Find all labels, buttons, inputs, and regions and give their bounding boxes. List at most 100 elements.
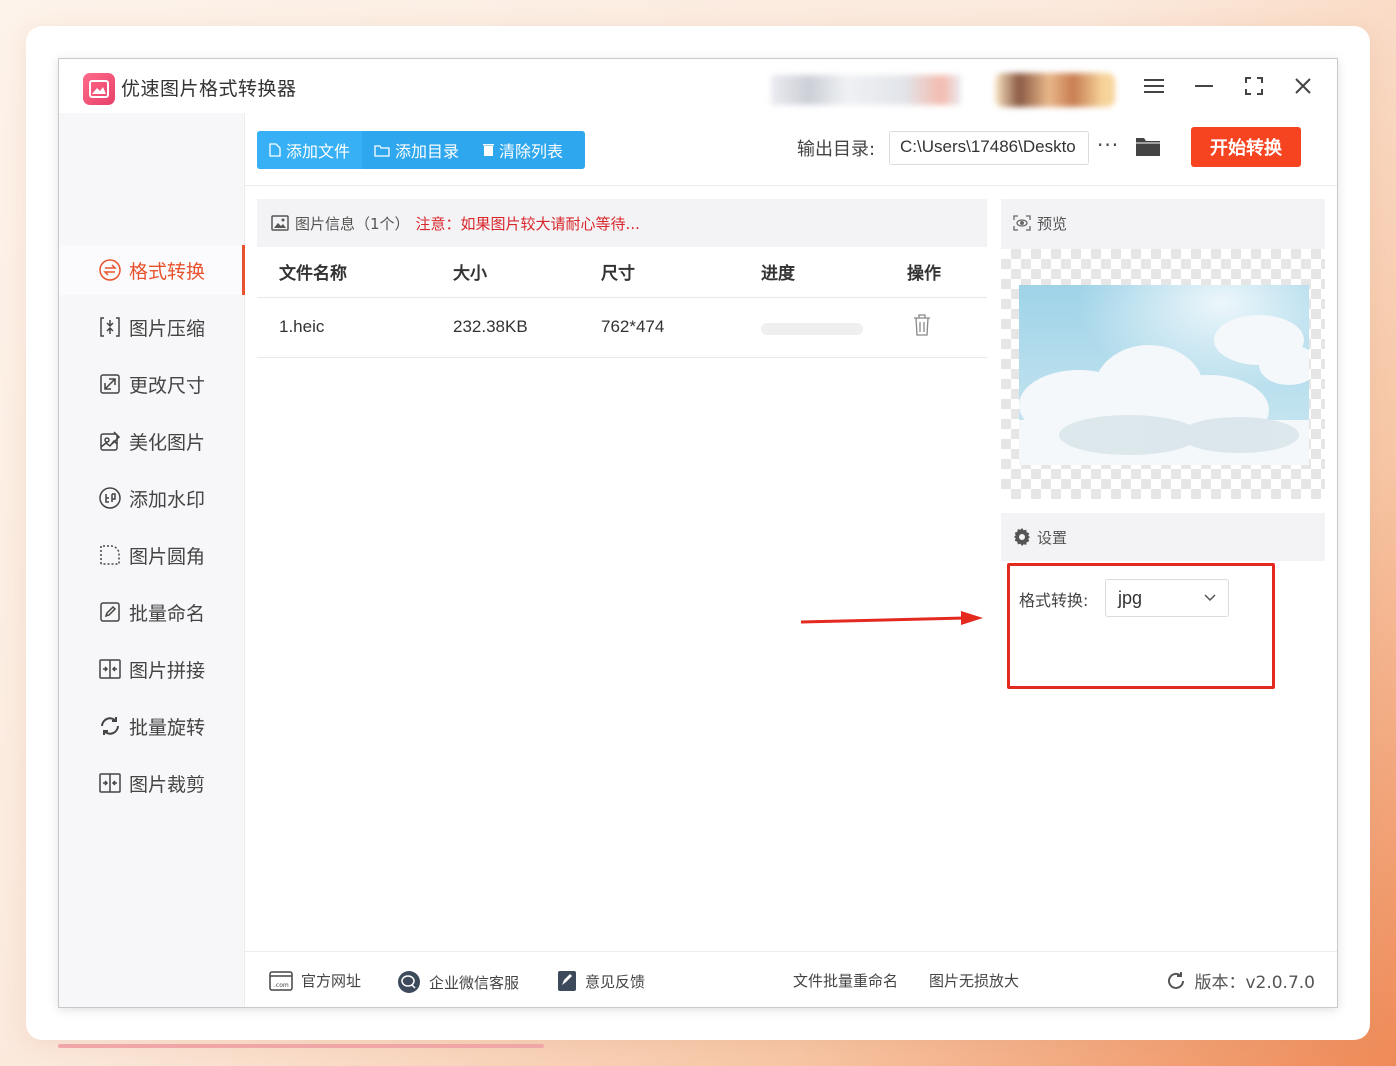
preview-icon — [1013, 215, 1031, 231]
clear-list-label: 清除列表 — [499, 142, 564, 161]
sidebar-item-label: 格式转换 — [129, 260, 206, 283]
blurred-avatar — [995, 73, 1115, 107]
output-dir-field[interactable]: C:\Users\17486\Deskto — [889, 131, 1089, 165]
file-info-title: 图片信息（1个） — [295, 214, 410, 233]
convert-icon — [97, 257, 123, 283]
col-header-dimension: 尺寸 — [601, 264, 635, 284]
sidebar-item-crop[interactable]: 图片裁剪 — [59, 758, 245, 808]
wechat-label: 企业微信客服 — [429, 973, 520, 992]
website-label: 官方网址 — [301, 972, 362, 990]
maximize-icon[interactable] — [1237, 71, 1271, 101]
sidebar-item-batch-rename[interactable]: 批量命名 — [59, 587, 245, 637]
version-info[interactable]: 版本：v2.0.7.0 — [1166, 968, 1315, 993]
sidebar-item-watermark[interactable]: 添加水印 — [59, 473, 245, 523]
sidebar: 格式转换 图片压缩 更改尺寸 美化图片 添加水印 图片圆角 批量命名 图片拼接 — [59, 113, 245, 1007]
lossless-enlarge-link[interactable]: 图片无损放大 — [929, 970, 1019, 991]
blurred-account-info — [771, 75, 961, 105]
sidebar-item-label: 批量旋转 — [129, 716, 206, 739]
file-name-cell: 1.heic — [279, 317, 325, 336]
minimize-icon[interactable] — [1187, 71, 1221, 101]
file-info-header: 图片信息（1个） 注意：如果图片较大请耐心等待... — [257, 199, 987, 247]
annotation-arrow — [801, 611, 983, 625]
refresh-icon — [1168, 971, 1185, 989]
clear-list-button[interactable]: 清除列表 — [471, 131, 575, 169]
batch-rename-label: 文件批量重命名 — [793, 972, 899, 990]
stitch-icon — [97, 656, 123, 682]
chevron-down-icon — [1204, 594, 1216, 602]
sidebar-item-beautify[interactable]: 美化图片 — [59, 416, 245, 466]
output-dir-label: 输出目录: — [797, 139, 876, 160]
wechat-icon — [398, 971, 420, 993]
watermark-icon — [97, 485, 123, 511]
app-title: 优速图片格式转换器 — [121, 78, 297, 100]
add-folder-label: 添加目录 — [395, 142, 460, 161]
file-toolbar: 添加文件 添加目录 清除列表 — [257, 131, 585, 169]
website-link[interactable]: .com 官方网址 — [269, 970, 361, 991]
gear-icon — [1014, 528, 1030, 546]
close-icon[interactable] — [1286, 71, 1320, 101]
title-bar: 优速图片格式转换器 — [59, 59, 1337, 113]
feedback-label: 意见反馈 — [585, 972, 646, 991]
rounded-corner-icon — [97, 542, 123, 568]
delete-row-icon[interactable] — [912, 313, 932, 337]
format-select-value: jpg — [1118, 587, 1143, 608]
compress-icon — [97, 314, 123, 340]
header-divider — [257, 297, 987, 298]
sidebar-item-label: 图片圆角 — [129, 545, 206, 568]
toolbar-divider — [245, 185, 1337, 186]
sidebar-item-resize[interactable]: 更改尺寸 — [59, 359, 245, 409]
settings-header: 设置 — [1001, 513, 1325, 561]
batch-rename-link[interactable]: 文件批量重命名 — [793, 970, 898, 991]
sidebar-item-compress[interactable]: 图片压缩 — [59, 302, 245, 352]
image-icon — [271, 215, 289, 231]
add-file-label: 添加文件 — [286, 142, 351, 161]
row-divider — [257, 357, 987, 358]
file-size-cell: 232.38KB — [453, 317, 528, 336]
resize-icon — [97, 371, 123, 397]
settings-title: 设置 — [1037, 528, 1068, 547]
sidebar-item-format-convert[interactable]: 格式转换 — [59, 245, 245, 295]
sidebar-item-label: 批量命名 — [129, 602, 206, 625]
sidebar-item-batch-rotate[interactable]: 批量旋转 — [59, 701, 245, 751]
sidebar-item-label: 添加水印 — [129, 488, 206, 511]
feedback-link[interactable]: 意见反馈 — [557, 970, 645, 992]
preview-image — [1019, 285, 1309, 465]
website-icon: .com — [269, 970, 293, 991]
progress-bar — [761, 323, 863, 335]
open-folder-icon[interactable] — [1135, 135, 1161, 157]
sidebar-item-label: 图片拼接 — [129, 659, 206, 682]
col-header-size: 大小 — [453, 264, 487, 284]
wechat-support-link[interactable]: 企业微信客服 — [397, 970, 519, 994]
sidebar-item-stitch[interactable]: 图片拼接 — [59, 644, 245, 694]
file-info-note: 注意：如果图片较大请耐心等待... — [415, 214, 640, 233]
format-convert-label: 格式转换: — [1019, 591, 1089, 610]
app-window: 优速图片格式转换器 格式转换 图片压缩 更改尺寸 美化图片 添加水印 图片圆角 … — [58, 58, 1338, 1008]
add-file-button[interactable]: 添加文件 — [257, 131, 363, 169]
preview-title: 预览 — [1037, 214, 1068, 233]
sidebar-item-rounded-corner[interactable]: 图片圆角 — [59, 530, 245, 580]
col-header-action: 操作 — [907, 264, 941, 284]
col-header-progress: 进度 — [761, 264, 795, 284]
format-select[interactable]: jpg — [1105, 579, 1229, 617]
app-logo-icon — [83, 73, 115, 105]
browse-more-button[interactable]: ··· — [1097, 133, 1119, 157]
preview-header: 预览 — [1001, 199, 1325, 247]
menu-icon[interactable] — [1137, 71, 1171, 101]
feedback-icon — [558, 971, 576, 991]
version-label: 版本：v2.0.7.0 — [1194, 973, 1315, 993]
folder-icon — [374, 144, 390, 157]
svg-text:.com: .com — [274, 982, 289, 989]
rotate-icon — [97, 713, 123, 739]
sidebar-item-label: 美化图片 — [129, 431, 206, 454]
add-folder-button[interactable]: 添加目录 — [362, 131, 471, 169]
lossless-enlarge-label: 图片无损放大 — [929, 972, 1020, 990]
sidebar-item-label: 更改尺寸 — [129, 374, 206, 397]
sidebar-item-label: 图片裁剪 — [129, 773, 206, 796]
start-convert-button[interactable]: 开始转换 — [1191, 127, 1301, 167]
sidebar-item-label: 图片压缩 — [129, 317, 206, 340]
decorative-bottom-line — [58, 1044, 544, 1048]
file-dimension-cell: 762*474 — [601, 317, 665, 336]
footer-bar: .com 官方网址 企业微信客服 意见反馈 文件批量重命名 图片无损放大 版本：… — [245, 951, 1337, 1007]
trash-icon — [483, 144, 495, 156]
crop-icon — [97, 770, 123, 796]
